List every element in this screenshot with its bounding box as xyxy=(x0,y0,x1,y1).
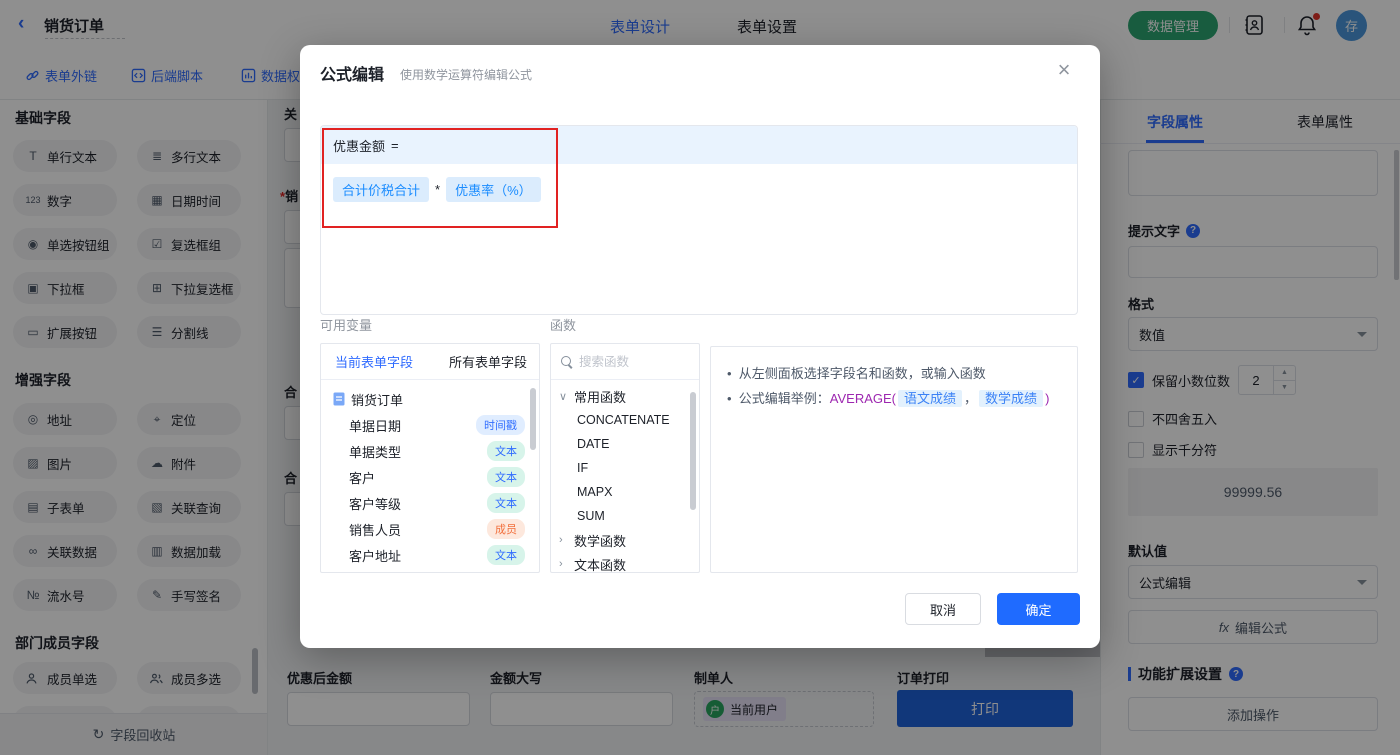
search-icon xyxy=(561,356,573,368)
variables-panel: 当前表单字段 所有表单字段 销货订单 单据日期时间戳 单据类型文本 客户文本 客… xyxy=(320,343,540,573)
formula-edit-modal: 公式编辑 使用数学运算符编辑公式 × 优惠金额 = 合计价税合计 * 优惠率（%… xyxy=(300,45,1100,648)
confirm-button[interactable]: 确定 xyxy=(997,593,1080,625)
multiply-operator: * xyxy=(435,182,440,197)
function-group-math[interactable]: ›数学函数 xyxy=(551,528,699,552)
variable-row[interactable]: 销售人员成员 xyxy=(321,516,539,542)
formula-target-field: 优惠金额 xyxy=(333,136,385,155)
function-search[interactable] xyxy=(551,344,699,380)
functions-panel: ∨常用函数 CONCATENATE DATE IF MAPX SUM ›数学函数… xyxy=(550,343,700,573)
function-item[interactable]: MAPX xyxy=(551,480,699,504)
functions-label: 函数 xyxy=(550,315,576,334)
type-badge-text: 文本 xyxy=(487,467,525,487)
type-badge-member: 成员 xyxy=(487,519,525,539)
variable-row[interactable]: 单据类型文本 xyxy=(321,438,539,464)
variable-row[interactable]: 客户文本 xyxy=(321,464,539,490)
formula-help-panel: • 从左侧面板选择字段名和函数，或输入函数 • 公式编辑举例：AVERAGE(语… xyxy=(710,346,1078,573)
function-item[interactable]: DATE xyxy=(551,432,699,456)
cancel-button[interactable]: 取消 xyxy=(905,593,981,625)
form-doc-icon xyxy=(333,392,345,406)
variables-label: 可用变量 xyxy=(320,315,372,334)
variable-row[interactable]: 客户等级文本 xyxy=(321,490,539,516)
chevron-expanded-icon: ∨ xyxy=(559,390,569,403)
function-item[interactable]: IF xyxy=(551,456,699,480)
form-tree-root[interactable]: 销货订单 xyxy=(321,386,539,412)
formula-expression[interactable]: 合计价税合计 * 优惠率（%） xyxy=(321,164,1077,215)
type-badge-timestamp: 时间戳 xyxy=(476,415,525,435)
help-line-1: • 从左侧面板选择字段名和函数，或输入函数 xyxy=(727,361,1061,386)
variables-tabs: 当前表单字段 所有表单字段 xyxy=(321,344,539,380)
function-name-example: AVERAGE( xyxy=(830,391,896,406)
app-window: ‹ 销货订单 表单设计 表单设置 数据管理 存 表单外链 后端脚本 xyxy=(0,0,1400,755)
variable-row[interactable]: 单据日期时间戳 xyxy=(321,412,539,438)
type-badge-text: 文本 xyxy=(487,493,525,513)
tab-current-form-fields[interactable]: 当前表单字段 xyxy=(335,352,413,371)
type-badge-text: 文本 xyxy=(487,545,525,565)
example-field-chip: 语文成绩 xyxy=(898,390,962,407)
tab-all-form-fields[interactable]: 所有表单字段 xyxy=(449,352,527,371)
help-line-2: • 公式编辑举例：AVERAGE(语文成绩，数学成绩) xyxy=(727,386,1061,411)
example-field-chip: 数学成绩 xyxy=(979,390,1043,407)
modal-title: 公式编辑 xyxy=(320,61,384,85)
functions-scrollbar-thumb[interactable] xyxy=(690,392,696,510)
function-group-text[interactable]: ›文本函数 xyxy=(551,552,699,573)
formula-editor[interactable]: 优惠金额 = 合计价税合计 * 优惠率（%） xyxy=(320,125,1078,315)
equals-sign: = xyxy=(391,138,399,153)
function-group-common[interactable]: ∨常用函数 xyxy=(551,384,699,408)
modal-subtitle: 使用数学运算符编辑公式 xyxy=(400,66,532,83)
function-item[interactable]: CONCATENATE xyxy=(551,408,699,432)
formula-token-total[interactable]: 合计价税合计 xyxy=(333,177,429,202)
close-icon[interactable]: × xyxy=(1052,57,1076,83)
formula-target-row: 优惠金额 = xyxy=(321,126,1077,164)
chevron-collapsed-icon: › xyxy=(559,534,569,546)
variable-row[interactable]: 客户地址文本 xyxy=(321,542,539,568)
chevron-collapsed-icon: › xyxy=(559,558,569,570)
function-item[interactable]: SUM xyxy=(551,504,699,528)
variables-scrollbar-thumb[interactable] xyxy=(530,388,536,450)
type-badge-text: 文本 xyxy=(487,441,525,461)
function-search-input[interactable] xyxy=(579,355,689,369)
formula-token-discount-rate[interactable]: 优惠率（%） xyxy=(446,177,541,202)
